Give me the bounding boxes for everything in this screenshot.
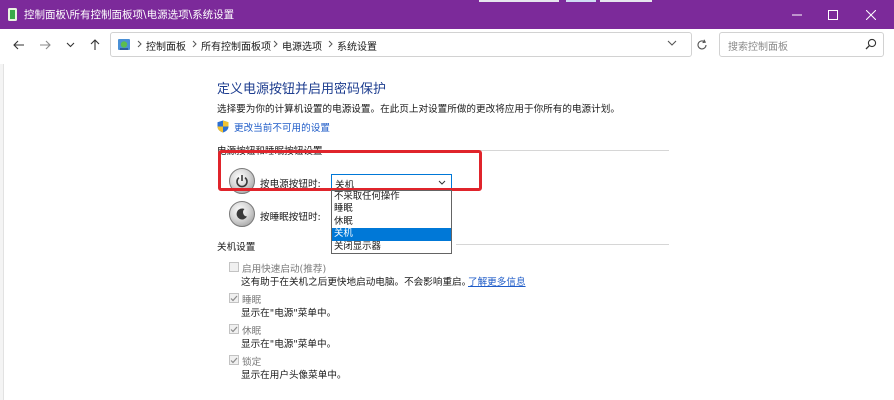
- checkmark-icon: [230, 326, 238, 332]
- checkmark-icon: [230, 295, 238, 301]
- close-icon: [866, 9, 876, 20]
- search-input[interactable]: 搜索控制面板: [728, 38, 788, 53]
- maximize-icon: [828, 9, 838, 20]
- sleep-button-icon: [229, 201, 255, 227]
- page-description: 选择要为你的计算机设置的电源设置。在此页上对设置所做的更改将应用于你所有的电源计…: [217, 104, 620, 115]
- address-dropdown-icon[interactable]: [667, 39, 677, 47]
- lock-checkbox[interactable]: [229, 355, 239, 365]
- window-title: 控制面板\所有控制面板项\电源选项\系统设置: [24, 9, 235, 21]
- sleep-option-description: 显示在"电源"菜单中。: [241, 308, 337, 319]
- breadcrumb-separator-icon: [190, 38, 198, 50]
- learn-more-link[interactable]: 了解更多信息: [468, 274, 526, 288]
- sleep-button-label: 按睡眠按钮时:: [260, 212, 321, 223]
- lock-option-description: 显示在用户头像菜单中。: [241, 370, 347, 381]
- dropdown-option-turn-off-display[interactable]: 关闭显示器: [332, 241, 451, 253]
- refresh-icon: [697, 39, 707, 50]
- refresh-button[interactable]: [692, 35, 712, 55]
- power-action-dropdown-list: 不采取任何操作 睡眠 休眠 关机 关闭显示器: [331, 190, 452, 254]
- hibernate-checkbox[interactable]: [229, 324, 239, 334]
- hibernate-option-label: 休眠: [242, 326, 262, 337]
- uac-shield-icon: [217, 120, 229, 133]
- app-icon: [8, 8, 17, 21]
- address-bar[interactable]: 控制面板 所有控制面板项 电源选项 系统设置: [110, 32, 692, 57]
- dropdown-option-hibernate[interactable]: 休眠: [332, 216, 451, 228]
- minimize-icon: [792, 14, 802, 15]
- back-button[interactable]: [8, 34, 30, 56]
- dropdown-option-shutdown[interactable]: 关机: [332, 228, 451, 241]
- dropdown-option-sleep[interactable]: 睡眠: [332, 203, 451, 215]
- window-left-edge: [0, 64, 4, 400]
- fast-startup-checkbox[interactable]: [229, 262, 239, 272]
- maximize-button[interactable]: [814, 0, 852, 29]
- title-bar-strip: [479, 0, 559, 2]
- search-icon[interactable]: [865, 38, 877, 50]
- title-bar-strip: [600, 0, 652, 2]
- search-box[interactable]: 搜索控制面板: [719, 32, 884, 57]
- chevron-down-icon: [66, 42, 74, 48]
- minimize-button[interactable]: [778, 0, 816, 29]
- arrow-right-icon: [40, 40, 51, 50]
- checkmark-icon: [230, 357, 238, 363]
- breadcrumb-power-options[interactable]: 电源选项: [282, 38, 322, 53]
- title-bar: 控制面板\所有控制面板项\电源选项\系统设置: [0, 0, 894, 29]
- breadcrumb-separator-icon: [271, 38, 279, 50]
- fast-startup-label: 启用快速启动(推荐): [242, 264, 327, 275]
- forward-button[interactable]: [34, 34, 56, 56]
- sleep-option-label: 睡眠: [242, 295, 262, 306]
- arrow-up-icon: [90, 39, 100, 50]
- sleep-checkbox[interactable]: [229, 293, 239, 303]
- arrow-left-icon: [13, 40, 24, 50]
- highlight-annotation: [218, 150, 482, 191]
- title-bar-strip: [566, 0, 596, 2]
- control-panel-icon: [118, 39, 130, 50]
- breadcrumb-separator-icon: [135, 38, 143, 50]
- breadcrumb-separator-icon: [326, 38, 334, 50]
- breadcrumb-all-items[interactable]: 所有控制面板项: [201, 38, 271, 53]
- page-heading: 定义电源按钮并启用密码保护: [217, 82, 387, 97]
- close-button[interactable]: [852, 0, 890, 29]
- hibernate-option-description: 显示在"电源"菜单中。: [241, 339, 337, 350]
- recent-locations-button[interactable]: [59, 34, 81, 56]
- section-divider: [456, 244, 669, 245]
- fast-startup-description: 这有助于在关机之后更快地启动电脑。不会影响重启。: [241, 277, 472, 288]
- shutdown-section-label: 关机设置: [217, 242, 256, 253]
- up-button[interactable]: [84, 34, 106, 56]
- breadcrumb-control-panel[interactable]: 控制面板: [146, 38, 186, 53]
- breadcrumb-system-settings[interactable]: 系统设置: [337, 38, 377, 53]
- lock-option-label: 锁定: [242, 357, 262, 368]
- dropdown-option-do-nothing[interactable]: 不采取任何操作: [332, 191, 451, 203]
- change-unavailable-settings-link[interactable]: 更改当前不可用的设置: [234, 120, 330, 134]
